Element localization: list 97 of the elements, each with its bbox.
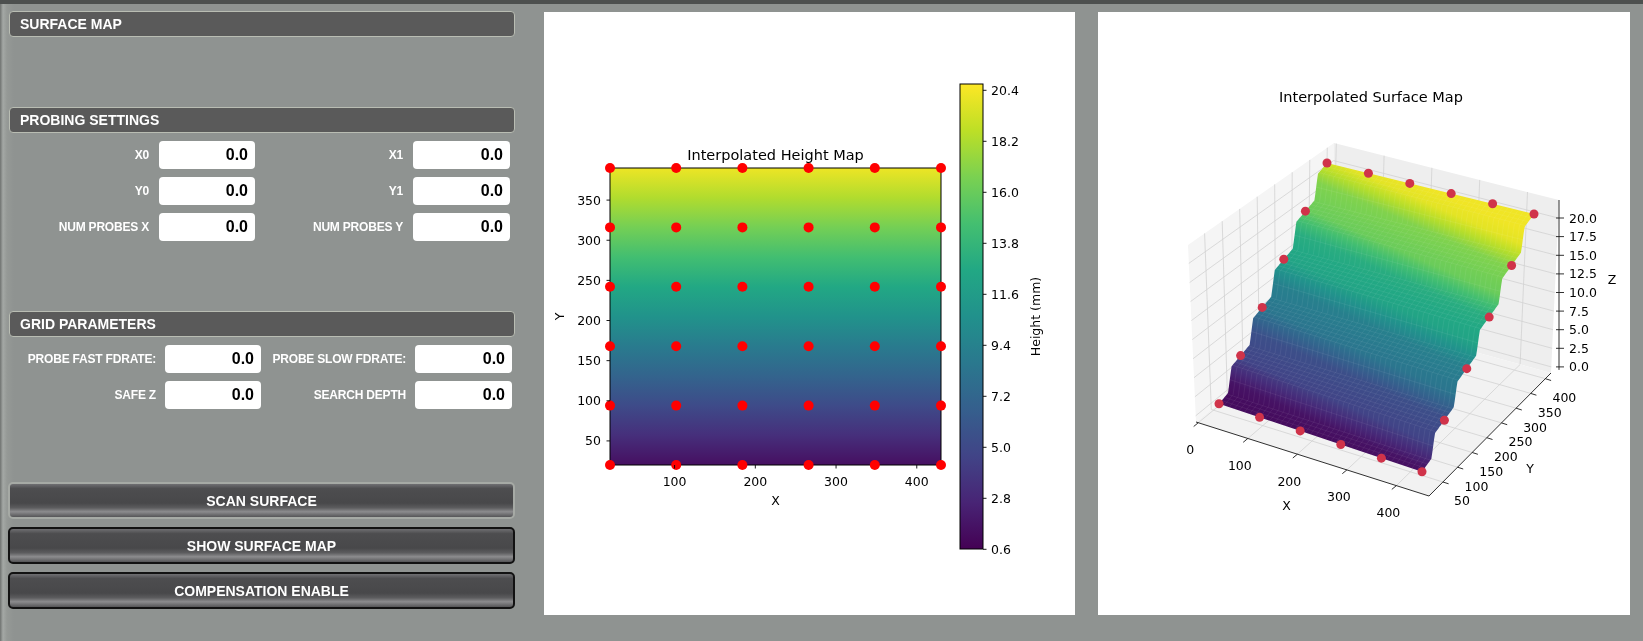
axis-tick-label: 7.5 — [1569, 303, 1589, 319]
axis-tick-label: 150 — [1479, 463, 1504, 479]
axis-tick-label: 20.0 — [1569, 210, 1597, 226]
axis-tick-label: 350 — [1537, 404, 1562, 420]
axis-title: Y — [1526, 460, 1534, 476]
value-field[interactable]: 0.0 — [413, 141, 510, 169]
axis-tick-label: 300 — [1326, 489, 1351, 505]
probe-point-marker — [1295, 426, 1305, 436]
field-label: Y0 — [134, 184, 149, 198]
axis-tick-label: 200 — [1277, 473, 1302, 489]
colorbar-tick-label: 0.6 — [991, 541, 1011, 557]
action-button[interactable]: COMPENSATION ENABLE — [8, 572, 515, 609]
axis-tick-label: 2.5 — [1569, 340, 1589, 356]
axis-tick-label: 200 — [1493, 449, 1518, 465]
colorbar-tick-label: 7.2 — [991, 388, 1011, 404]
axis-title: X — [771, 492, 780, 508]
probe-point-marker — [1507, 261, 1517, 271]
colorbar-tick-label: 16.0 — [991, 184, 1019, 200]
chart-title: Interpolated Height Map — [687, 146, 864, 163]
probe-point-marker — [1363, 168, 1373, 178]
chart-title: Interpolated Surface Map — [1279, 88, 1463, 105]
axis-tick-label: 300 — [1523, 419, 1548, 435]
axis-tick-label: 400 — [1376, 505, 1401, 521]
probe-point-marker — [1462, 364, 1472, 374]
axis-tick-label: 50 — [1453, 493, 1470, 509]
value-field[interactable]: 0.0 — [413, 213, 510, 241]
probe-point-marker — [1529, 209, 1539, 219]
section-header: GRID PARAMETERS — [9, 311, 515, 337]
field-label: PROBE SLOW FDRATE: — [272, 352, 406, 366]
axis-tick-label: 200 — [743, 473, 768, 489]
probe-point-marker — [1300, 206, 1310, 216]
axis-tick-label: 200 — [577, 313, 601, 328]
value-field[interactable]: 0.0 — [165, 345, 261, 373]
probe-point-marker — [1439, 415, 1449, 425]
value-field[interactable]: 0.0 — [415, 345, 512, 373]
axis-tick-label: 5.0 — [1569, 322, 1589, 338]
axis-tick-label: 100 — [1227, 457, 1252, 473]
colorbar-tick-label: 20.4 — [991, 82, 1019, 98]
probe-point-marker — [1417, 467, 1427, 477]
probe-point-marker — [1236, 351, 1246, 361]
probe-point-marker — [1255, 412, 1265, 422]
colorbar-tick-label: 9.4 — [991, 337, 1011, 353]
value-field[interactable]: 0.0 — [159, 177, 255, 205]
axis-tick-label: 350 — [577, 192, 601, 208]
axis-tick-label: 0.0 — [1569, 359, 1589, 375]
value-field[interactable]: 0.0 — [415, 381, 512, 409]
value-field[interactable]: 0.0 — [159, 213, 255, 241]
field-label: NUM PROBES X — [58, 220, 149, 234]
value-field[interactable]: 0.0 — [165, 381, 261, 409]
value-field[interactable]: 0.0 — [413, 177, 510, 205]
colorbar-tick-label: 11.6 — [991, 286, 1019, 302]
value-field[interactable]: 0.0 — [159, 141, 255, 169]
axis-tick-label: 50 — [585, 433, 601, 449]
probe-point-marker — [1279, 254, 1289, 264]
axis-tick-label: 300 — [824, 473, 848, 489]
field-label: Y1 — [388, 184, 403, 198]
probe-point-marker — [1322, 158, 1332, 168]
field-label: SAFE Z — [114, 388, 156, 402]
probe-point-marker — [1484, 312, 1494, 322]
colorbar-tick-label: 13.8 — [991, 235, 1019, 251]
axis-tick-label: 15.0 — [1569, 247, 1597, 263]
field-label: X0 — [134, 148, 149, 162]
field-label: X1 — [388, 148, 403, 162]
colorbar-tick-label: 5.0 — [991, 439, 1011, 455]
axis-tick-label: 250 — [1508, 434, 1533, 450]
axis-tick-label: 100 — [577, 393, 601, 409]
axis-tick-label: 400 — [904, 473, 929, 489]
field-label: SEARCH DEPTH — [313, 388, 406, 402]
action-button[interactable]: SCAN SURFACE — [8, 482, 515, 519]
axis-title: X — [1282, 498, 1291, 513]
axis-tick-label: 100 — [1464, 478, 1489, 494]
probe-point-marker — [1214, 399, 1224, 409]
axis-tick-label: 0 — [1186, 442, 1195, 458]
action-button[interactable]: SHOW SURFACE MAP — [8, 527, 515, 564]
field-label: NUM PROBES Y — [312, 220, 403, 234]
axis-tick-label: 250 — [577, 272, 601, 288]
axis-tick-label: 17.5 — [1569, 229, 1597, 245]
probe-point-marker — [1257, 302, 1267, 312]
axis-tick-label: 12.5 — [1569, 266, 1597, 282]
field-label: PROBE FAST FDRATE: — [27, 352, 156, 366]
probe-point-marker — [1446, 189, 1456, 199]
probe-point-marker — [1488, 199, 1498, 209]
axis-tick-label: 300 — [577, 232, 601, 248]
colorbar-tick-label: 2.8 — [991, 490, 1011, 506]
colorbar-title: Height (mm) — [1028, 276, 1043, 357]
probe-point-marker — [1405, 178, 1415, 188]
axis-tick-label: 400 — [1552, 390, 1577, 406]
axis-tick-label: 10.0 — [1569, 285, 1597, 300]
section-header: SURFACE MAP — [9, 11, 515, 37]
axis-title: Z — [1607, 272, 1617, 287]
axis-tick-label: 150 — [577, 353, 601, 369]
axis-tick-label: 100 — [662, 473, 687, 489]
colorbar-tick-label: 18.2 — [991, 133, 1019, 149]
probe-point-marker — [1336, 440, 1346, 450]
probe-point-marker — [1376, 453, 1386, 463]
axis-title: Y — [551, 312, 567, 321]
section-header: PROBING SETTINGS — [9, 107, 515, 133]
